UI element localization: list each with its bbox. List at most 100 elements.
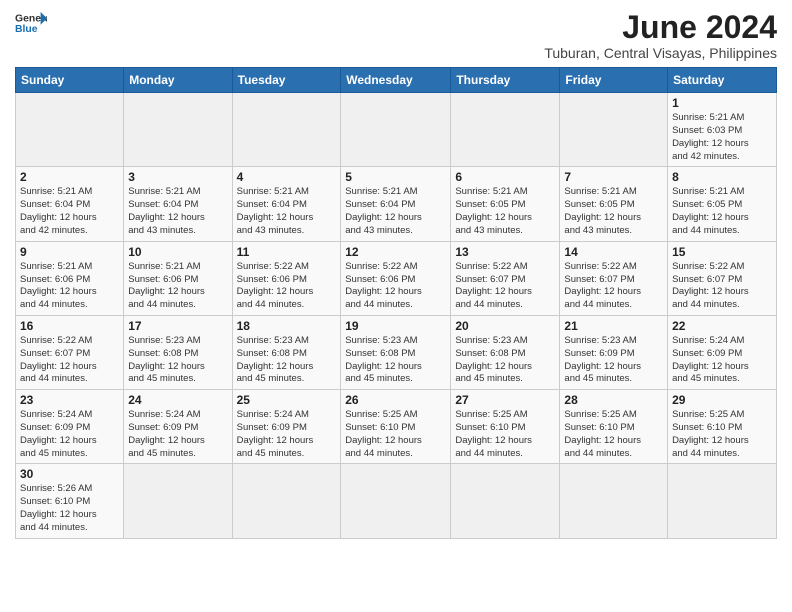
day-info: Sunrise: 5:25 AM Sunset: 6:10 PM Dayligh…: [672, 409, 772, 460]
day-number: 3: [128, 170, 227, 184]
day-number: 4: [237, 170, 337, 184]
calendar-cell: 18 Sunrise: 5:23 AM Sunset: 6:08 PM Dayli…: [232, 315, 341, 389]
day-number: 5: [345, 170, 446, 184]
day-info: Sunrise: 5:22 AM Sunset: 6:07 PM Dayligh…: [20, 335, 119, 386]
day-info: Sunrise: 5:21 AM Sunset: 6:03 PM Dayligh…: [672, 112, 772, 163]
calendar-cell: 23Sunrise: 5:24 AM Sunset: 6:09 PM Dayli…: [16, 390, 124, 464]
day-info: Sunrise: 5:21 AM Sunset: 6:06 PM Dayligh…: [128, 261, 227, 312]
day-number: 29: [672, 393, 772, 407]
day-info: Sunrise: 5:21 AM Sunset: 6:06 PM Dayligh…: [20, 261, 119, 312]
day-info: Sunrise: 5:26 AM Sunset: 6:10 PM Dayligh…: [20, 483, 119, 534]
day-number: 19: [345, 319, 446, 333]
day-info: Sunrise: 5:22 AM Sunset: 6:07 PM Dayligh…: [455, 261, 555, 312]
calendar-cell: [124, 93, 232, 167]
calendar-cell: 4 Sunrise: 5:21 AM Sunset: 6:04 PM Daylig…: [232, 167, 341, 241]
day-number: 30: [20, 467, 119, 481]
day-header-saturday: Saturday: [668, 68, 777, 93]
day-info: Sunrise: 5:22 AM Sunset: 6:06 PM Dayligh…: [345, 261, 446, 312]
calendar-cell: 20 Sunrise: 5:23 AM Sunset: 6:08 PM Dayli…: [451, 315, 560, 389]
day-info: Sunrise: 5:22 AM Sunset: 6:07 PM Dayligh…: [564, 261, 663, 312]
header-section: General Blue June 2024 Tuburan, Central …: [15, 10, 777, 61]
day-number: 11: [237, 245, 337, 259]
day-info: Sunrise: 5:23 AM Sunset: 6:08 PM Dayligh…: [455, 335, 555, 386]
calendar-cell: 11Sunrise: 5:22 AM Sunset: 6:06 PM Dayli…: [232, 241, 341, 315]
day-info: Sunrise: 5:24 AM Sunset: 6:09 PM Dayligh…: [237, 409, 337, 460]
day-header-wednesday: Wednesday: [341, 68, 451, 93]
calendar-cell: 28 Sunrise: 5:25 AM Sunset: 6:10 PM Dayli…: [560, 390, 668, 464]
calendar-cell: 16 Sunrise: 5:22 AM Sunset: 6:07 PM Dayli…: [16, 315, 124, 389]
day-info: Sunrise: 5:21 AM Sunset: 6:04 PM Dayligh…: [128, 186, 227, 237]
calendar-cell: 21 Sunrise: 5:23 AM Sunset: 6:09 PM Dayli…: [560, 315, 668, 389]
calendar-table: SundayMondayTuesdayWednesdayThursdayFrid…: [15, 67, 777, 539]
title-block: June 2024 Tuburan, Central Visayas, Phil…: [544, 10, 777, 61]
calendar-cell: [16, 93, 124, 167]
day-number: 6: [455, 170, 555, 184]
day-number: 20: [455, 319, 555, 333]
calendar-cell: 3 Sunrise: 5:21 AM Sunset: 6:04 PM Daylig…: [124, 167, 232, 241]
day-info: Sunrise: 5:23 AM Sunset: 6:09 PM Dayligh…: [564, 335, 663, 386]
calendar-cell: [560, 464, 668, 538]
calendar-cell: 12 Sunrise: 5:22 AM Sunset: 6:06 PM Dayli…: [341, 241, 451, 315]
calendar-cell: 8 Sunrise: 5:21 AM Sunset: 6:05 PM Daylig…: [668, 167, 777, 241]
day-info: Sunrise: 5:23 AM Sunset: 6:08 PM Dayligh…: [237, 335, 337, 386]
day-info: Sunrise: 5:21 AM Sunset: 6:05 PM Dayligh…: [564, 186, 663, 237]
calendar-cell: [232, 93, 341, 167]
day-number: 8: [672, 170, 772, 184]
day-number: 17: [128, 319, 227, 333]
svg-text:Blue: Blue: [15, 24, 38, 35]
day-info: Sunrise: 5:21 AM Sunset: 6:04 PM Dayligh…: [20, 186, 119, 237]
day-info: Sunrise: 5:24 AM Sunset: 6:09 PM Dayligh…: [672, 335, 772, 386]
day-number: 12: [345, 245, 446, 259]
day-info: Sunrise: 5:24 AM Sunset: 6:09 PM Dayligh…: [128, 409, 227, 460]
day-number: 14: [564, 245, 663, 259]
day-info: Sunrise: 5:21 AM Sunset: 6:05 PM Dayligh…: [455, 186, 555, 237]
calendar-cell: 6 Sunrise: 5:21 AM Sunset: 6:05 PM Daylig…: [451, 167, 560, 241]
day-number: 10: [128, 245, 227, 259]
day-number: 15: [672, 245, 772, 259]
calendar-cell: 13Sunrise: 5:22 AM Sunset: 6:07 PM Dayli…: [451, 241, 560, 315]
day-number: 1: [672, 96, 772, 110]
logo: General Blue: [15, 10, 47, 38]
day-number: 21: [564, 319, 663, 333]
day-number: 27: [455, 393, 555, 407]
calendar-cell: 14 Sunrise: 5:22 AM Sunset: 6:07 PM Dayli…: [560, 241, 668, 315]
day-header-monday: Monday: [124, 68, 232, 93]
day-info: Sunrise: 5:21 AM Sunset: 6:04 PM Dayligh…: [237, 186, 337, 237]
day-number: 24: [128, 393, 227, 407]
day-info: Sunrise: 5:25 AM Sunset: 6:10 PM Dayligh…: [455, 409, 555, 460]
day-info: Sunrise: 5:23 AM Sunset: 6:08 PM Dayligh…: [345, 335, 446, 386]
calendar-cell: [451, 464, 560, 538]
calendar-cell: [668, 464, 777, 538]
location-text: Tuburan, Central Visayas, Philippines: [544, 45, 777, 61]
day-info: Sunrise: 5:21 AM Sunset: 6:04 PM Dayligh…: [345, 186, 446, 237]
calendar-cell: [232, 464, 341, 538]
calendar-cell: 26 Sunrise: 5:25 AM Sunset: 6:10 PM Dayli…: [341, 390, 451, 464]
calendar-cell: 10 Sunrise: 5:21 AM Sunset: 6:06 PM Dayli…: [124, 241, 232, 315]
day-number: 18: [237, 319, 337, 333]
month-year-title: June 2024: [544, 10, 777, 45]
day-info: Sunrise: 5:25 AM Sunset: 6:10 PM Dayligh…: [564, 409, 663, 460]
day-number: 22: [672, 319, 772, 333]
calendar-cell: 7 Sunrise: 5:21 AM Sunset: 6:05 PM Daylig…: [560, 167, 668, 241]
calendar-cell: [341, 464, 451, 538]
calendar-cell: 25 Sunrise: 5:24 AM Sunset: 6:09 PM Dayli…: [232, 390, 341, 464]
calendar-cell: 30 Sunrise: 5:26 AM Sunset: 6:10 PM Dayli…: [16, 464, 124, 538]
calendar-cell: 24 Sunrise: 5:24 AM Sunset: 6:09 PM Dayli…: [124, 390, 232, 464]
day-header-friday: Friday: [560, 68, 668, 93]
calendar-cell: 1 Sunrise: 5:21 AM Sunset: 6:03 PM Daylig…: [668, 93, 777, 167]
calendar-cell: 17Sunrise: 5:23 AM Sunset: 6:08 PM Dayli…: [124, 315, 232, 389]
day-number: 25: [237, 393, 337, 407]
day-number: 16: [20, 319, 119, 333]
calendar-cell: [124, 464, 232, 538]
day-number: 28: [564, 393, 663, 407]
day-number: 23: [20, 393, 119, 407]
day-number: 7: [564, 170, 663, 184]
day-number: 9: [20, 245, 119, 259]
calendar-cell: 9 Sunrise: 5:21 AM Sunset: 6:06 PM Daylig…: [16, 241, 124, 315]
calendar-cell: 22 Sunrise: 5:24 AM Sunset: 6:09 PM Dayli…: [668, 315, 777, 389]
day-number: 26: [345, 393, 446, 407]
calendar-cell: 15Sunrise: 5:22 AM Sunset: 6:07 PM Dayli…: [668, 241, 777, 315]
calendar-cell: 19 Sunrise: 5:23 AM Sunset: 6:08 PM Dayli…: [341, 315, 451, 389]
day-info: Sunrise: 5:21 AM Sunset: 6:05 PM Dayligh…: [672, 186, 772, 237]
day-info: Sunrise: 5:25 AM Sunset: 6:10 PM Dayligh…: [345, 409, 446, 460]
